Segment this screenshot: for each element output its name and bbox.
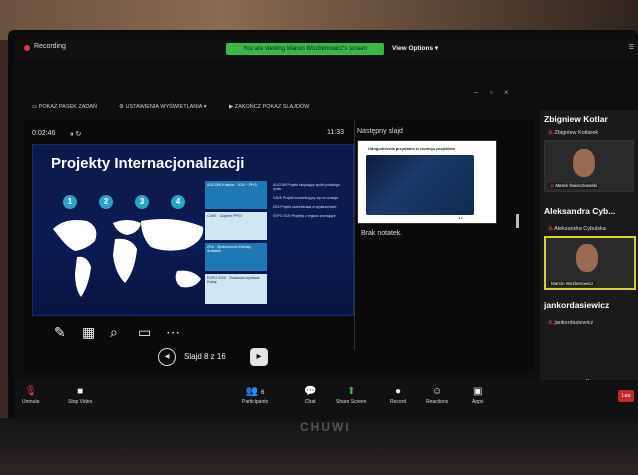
screen-icon[interactable]: ▭ [138,324,151,341]
participant-name-small: ⚠ Zbigniew Kotlarek [548,130,599,136]
record-icon: ● [395,386,402,397]
minimize-icon[interactable]: – [474,88,478,97]
step-circle: 3 [135,195,149,209]
reactions-button[interactable]: ☺ Reactions [426,386,448,405]
zoom-icon[interactable]: ⌕ [110,324,118,341]
chat-icon: 💬 [304,386,317,397]
notes-scrollbar[interactable] [516,214,519,228]
participant-gallery: Zbigniew Kotlar ⚠ Zbigniew Kotlarek ⚠ Ma… [540,110,638,390]
presenter-tools: ✎ ▦ ⌕ ▭ ⋯ [54,324,194,344]
recording-label: Recording [34,43,66,50]
chat-button[interactable]: 💬 Chat [304,386,316,405]
current-slide: Projekty Internacjonalizacji 1 2 3 4 AUC… [32,144,354,316]
more-icon[interactable]: ⋯ [166,324,180,341]
active-speaker-tile[interactable]: Marcin Wozbenowicz [544,236,636,290]
info-box: CAVE · Ciaprim PPGI [205,212,267,240]
leave-button[interactable]: Lea [618,390,634,402]
participant-name-small: ⚠ jankordasiewicz [548,320,594,326]
tile-label: ⚠ Marek Świeczkowski [548,183,599,189]
brand-logo: CHUWI [300,420,351,434]
description-text: ZEA Projekt uczestnictwa w wydarzeniach. [273,205,338,210]
participant-face [573,149,595,177]
next-slide-title: Udogodnienia przydatne w rozwoju projekt… [368,146,456,151]
participants-icon: 👥 6 [245,386,265,397]
description-column: AUCOMI Projekt skupiający spółki polskie… [273,183,345,223]
maximize-icon[interactable]: ▫ [490,88,493,97]
info-box: EXPO 2020 · Światowa wystawa Dubaj [205,274,267,304]
record-button[interactable]: ● Record [390,386,406,405]
participant-name: Aleksandra Cyb... [544,206,616,216]
participant-name-small: ⚠ Aleksandra Cybulska [548,226,606,232]
slide-title: Projekty Internacjonalizacji [51,155,245,172]
participant-name: jankordasiewicz [544,300,610,310]
timer-controls[interactable]: ⏸ ↻ [70,130,81,139]
next-slide-button[interactable]: ▸ [250,348,268,366]
step-circle: 2 [99,195,113,209]
meeting-toolbar: 🎙 Unmute ■ Stop Video 👥 6 Participants 💬… [14,380,638,420]
pen-icon[interactable]: ✎ [54,324,66,341]
world-map-icon [53,219,204,297]
muted-mic-icon: ⚠ [548,226,553,232]
apps-button[interactable]: ▣ Apps [472,386,483,405]
recording-icon [24,45,30,51]
video-camera-icon: ■ [77,386,84,397]
previous-slide-button[interactable]: ◂ [158,348,176,366]
reactions-icon: ☺ [432,386,443,397]
description-text: CAVE Projekt koncentrujący się na rozwoj… [273,196,339,201]
top-bar: Recording You are viewing Marcin Wozbeno… [14,40,638,58]
muted-mic-icon: ⚠ [550,183,555,188]
close-icon[interactable]: × [504,88,509,97]
show-taskbar-button[interactable]: ▭ POKAŻ PASEK ZADAŃ [32,104,97,110]
slide-navigation: ◂ Slajd 8 z 16 ▸ [154,348,284,370]
next-slide-image [366,155,474,215]
video-tile[interactable]: ⚠ Marek Świeczkowski [544,140,634,192]
presenter-view: 0:02:46 ⏸ ↻ 11:33 Następny slajd Projekt… [24,120,534,370]
description-text: EXPO 2020 Projekty z regionu promujące. [273,214,337,219]
muted-mic-icon: ⚠ [548,320,553,326]
view-button[interactable]: ☰ [629,44,634,51]
display-settings-button[interactable]: ⚙ USTAWIENIA WYŚWIETLANIA ▾ [119,104,206,110]
slide-counter: Slajd 8 z 16 [184,352,226,361]
grid-icon[interactable]: ▦ [82,324,95,341]
end-slideshow-button[interactable]: ▶ ZAKOŃCZ POKAZ SLAJDÓW [229,104,309,110]
zoom-window: Recording You are viewing Marcin Wozbeno… [14,40,638,420]
participant-face [576,244,598,272]
stop-video-button[interactable]: ■ Stop Video [68,386,92,405]
speaker-notes: Brak notatek. [361,230,403,237]
panel-divider [354,120,355,350]
description-text: AUCOMI Projekt skupiający spółki polskie… [273,183,340,192]
next-slide-nav-icons: ◂ ▸ [458,215,464,220]
unmute-button[interactable]: 🎙 Unmute [22,386,40,405]
next-slide-label: Następny slajd [357,128,403,135]
view-options-button[interactable]: View Options ▾ [392,44,438,52]
info-box: AUCOMI Kraków · 2010 · PPGI [205,181,267,209]
participant-name: Zbigniew Kotlar [544,114,608,124]
share-screen-button[interactable]: ⬆ Share Screen [336,386,367,405]
mic-off-icon: 🎙 [24,386,38,397]
step-circle: 4 [171,195,185,209]
slideshow-timer: 0:02:46 [32,130,56,137]
participants-button[interactable]: 👥 6 Participants [242,386,268,405]
step-circle: 1 [63,195,77,209]
info-column: AUCOMI Kraków · 2010 · PPGI CAVE · Ciapr… [205,181,267,305]
muted-mic-icon: ⚠ [548,130,553,136]
presenter-toolbar: ▭ POKAŻ PASEK ZADAŃ ⚙ USTAWIENIA WYŚWIET… [14,100,534,116]
info-box: ZEA · Zjednoczone Emiraty Arabskie [205,243,267,271]
share-screen-icon: ⬆ [347,386,356,397]
next-slide-preview[interactable]: Udogodnienia przydatne w rozwoju projekt… [357,140,497,224]
tile-label: Marcin Wozbenowicz [549,281,596,286]
viewing-banner: You are viewing Marcin Wozbenowicz's scr… [226,43,384,55]
apps-icon: ▣ [472,386,483,397]
clock: 11:33 [327,129,344,136]
